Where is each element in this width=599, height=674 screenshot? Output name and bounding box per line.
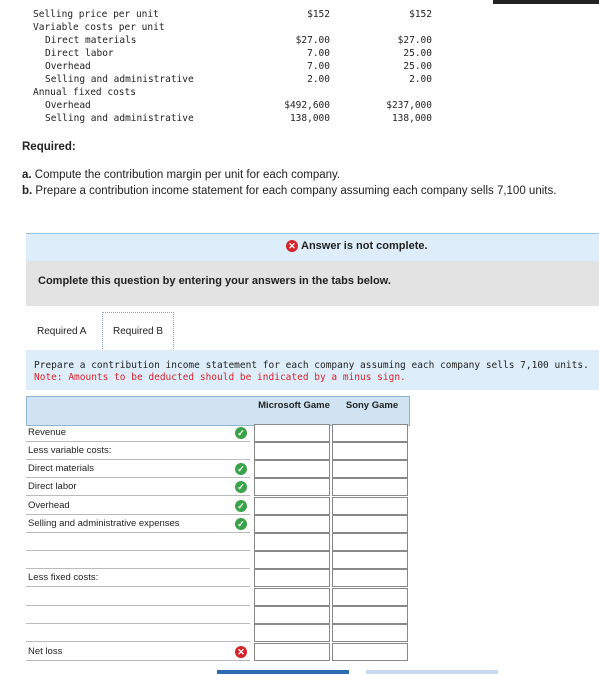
data-row-label: Selling and administrative (45, 113, 194, 124)
statement-row-label (26, 533, 250, 551)
statement-row-label: Overhead (26, 497, 250, 515)
microsoft-amount-input[interactable] (254, 442, 330, 460)
sony-amount-input[interactable] (332, 497, 408, 515)
sony-amount-input[interactable] (332, 478, 408, 496)
prev-nav-button[interactable] (217, 670, 349, 674)
statement-row-label: Selling and administrative expenses (26, 515, 250, 533)
microsoft-amount-input[interactable] (254, 606, 330, 624)
data-value-microsoft: 138,000 (289, 113, 330, 124)
tab-required-a[interactable]: Required A (26, 312, 97, 352)
instruction-line: Prepare a contribution income statement … (34, 360, 589, 371)
data-value-microsoft: $27.00 (295, 35, 330, 46)
data-row-label: Overhead (45, 61, 91, 72)
statement-row-label (26, 588, 250, 606)
data-row-label: Direct labor (45, 48, 114, 59)
microsoft-amount-input[interactable] (254, 478, 330, 496)
statement-row-label (26, 606, 250, 624)
sony-amount-input[interactable] (332, 515, 408, 533)
data-row-label: Selling price per unit (33, 9, 159, 20)
statement-row-label (26, 624, 250, 642)
table-header: Microsoft Game Sony Game (26, 396, 410, 426)
microsoft-amount-input[interactable] (254, 424, 330, 442)
top-corner-bar (493, 0, 599, 4)
sony-amount-input[interactable] (332, 551, 408, 569)
statement-row-label: Revenue (26, 424, 250, 442)
required-heading: Required: (22, 141, 76, 153)
data-value-microsoft: $152 (307, 9, 330, 20)
statement-row-label: Less fixed costs: (26, 569, 250, 587)
answer-status-bar: ✕ Answer is not complete. (26, 233, 599, 262)
x-circle-icon: ✕ (286, 240, 298, 253)
next-nav-button[interactable] (366, 670, 498, 674)
data-value-sony: 25.00 (403, 48, 432, 59)
microsoft-amount-input[interactable] (254, 497, 330, 515)
sony-amount-input[interactable] (332, 442, 408, 460)
microsoft-amount-input[interactable] (254, 624, 330, 642)
col-header-microsoft: Microsoft Game (258, 400, 330, 411)
sony-amount-input[interactable] (332, 588, 408, 606)
instruction-note: Note: Amounts to be deducted should be i… (34, 372, 406, 383)
microsoft-amount-input[interactable] (254, 460, 330, 478)
data-value-sony: 25.00 (403, 61, 432, 72)
required-a-text: a. Compute the contribution margin per u… (22, 169, 341, 181)
check-circle-icon: ✓ (235, 463, 247, 475)
tab-required-b[interactable]: Required B (102, 312, 175, 351)
microsoft-amount-input[interactable] (254, 551, 330, 569)
statement-row-label: Direct labor (26, 478, 250, 496)
statement-row-label: Direct materials (26, 460, 250, 478)
check-circle-icon: ✓ (235, 500, 247, 512)
microsoft-amount-input[interactable] (254, 515, 330, 533)
sony-amount-input[interactable] (332, 533, 408, 551)
data-value-sony: 2.00 (409, 74, 432, 85)
data-value-sony: $152 (409, 9, 432, 20)
sony-amount-input[interactable] (332, 606, 408, 624)
data-value-sony: $237,000 (386, 100, 432, 111)
data-row-label: Variable costs per unit (33, 22, 165, 33)
check-circle-icon: ✓ (235, 518, 247, 530)
x-circle-icon: ✕ (235, 646, 247, 658)
data-value-microsoft: $492,600 (284, 100, 330, 111)
statement-row-label (26, 551, 250, 569)
data-value-microsoft: 7.00 (307, 48, 330, 59)
required-b-text: b. Prepare a contribution income stateme… (22, 185, 557, 197)
complete-message: Complete this question by entering your … (38, 275, 391, 287)
data-value-sony: 138,000 (391, 113, 432, 124)
data-value-sony: $27.00 (397, 35, 432, 46)
data-value-microsoft: 7.00 (307, 61, 330, 72)
microsoft-amount-input[interactable] (254, 643, 330, 661)
sony-amount-input[interactable] (332, 643, 408, 661)
statement-row-label: Less variable costs: (26, 442, 250, 460)
sony-amount-input[interactable] (332, 624, 408, 642)
tab-instructions-panel: Prepare a contribution income statement … (26, 350, 599, 390)
microsoft-amount-input[interactable] (254, 588, 330, 606)
microsoft-amount-input[interactable] (254, 569, 330, 587)
check-circle-icon: ✓ (235, 427, 247, 439)
data-row-label: Annual fixed costs (33, 87, 136, 98)
data-row-label: Selling and administrative (45, 74, 194, 85)
sony-amount-input[interactable] (332, 424, 408, 442)
microsoft-amount-input[interactable] (254, 533, 330, 551)
data-value-microsoft: 2.00 (307, 74, 330, 85)
sony-amount-input[interactable] (332, 569, 408, 587)
status-text: Answer is not complete. (301, 240, 428, 252)
statement-row-label: Net loss (26, 643, 250, 661)
data-row-label: Overhead (45, 100, 91, 111)
instructions-banner: Complete this question by entering your … (26, 261, 599, 306)
sony-amount-input[interactable] (332, 460, 408, 478)
check-circle-icon: ✓ (235, 481, 247, 493)
col-header-sony: Sony Game (345, 400, 399, 411)
data-row-label: Direct materials (45, 35, 137, 46)
